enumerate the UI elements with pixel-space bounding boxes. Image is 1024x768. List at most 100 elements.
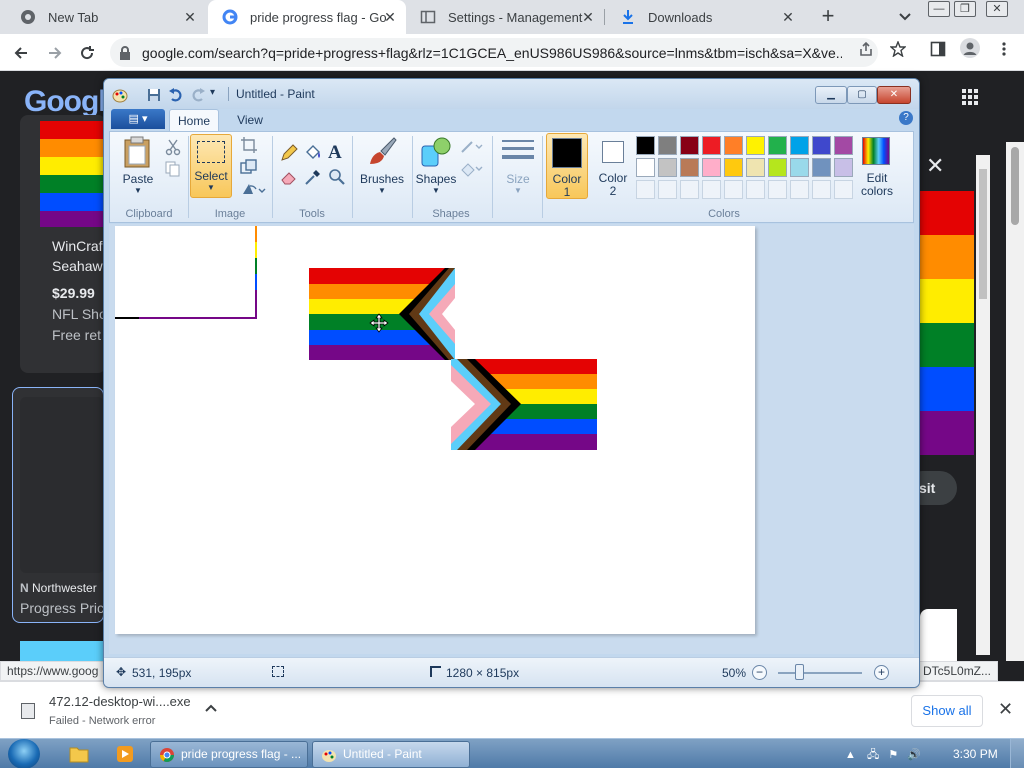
palette-swatch[interactable] bbox=[724, 158, 743, 177]
side-panel-icon[interactable] bbox=[930, 41, 946, 57]
close-window-button[interactable]: ✕ bbox=[986, 1, 1008, 17]
resize-icon[interactable] bbox=[240, 158, 258, 176]
edit-colors-button[interactable]: Edit colors bbox=[852, 133, 902, 199]
close-icon[interactable]: ✕ bbox=[580, 9, 596, 25]
forward-arrow-icon[interactable] bbox=[42, 40, 68, 66]
profile-avatar-icon[interactable] bbox=[960, 38, 980, 58]
color1-button[interactable]: Color 1 bbox=[546, 133, 588, 199]
redo-icon[interactable] bbox=[190, 87, 206, 103]
show-all-button[interactable]: Show all bbox=[911, 695, 983, 727]
network-icon[interactable]: 🖧 bbox=[867, 749, 879, 761]
close-icon[interactable]: ✕ bbox=[382, 9, 398, 25]
eraser-icon[interactable] bbox=[280, 168, 298, 186]
star-icon[interactable] bbox=[889, 40, 907, 58]
palette-swatch[interactable] bbox=[812, 158, 831, 177]
palette-swatch[interactable] bbox=[834, 136, 853, 155]
page-scrollbar[interactable] bbox=[1006, 142, 1024, 661]
palette-swatch[interactable] bbox=[834, 180, 853, 199]
fill-shape-icon[interactable] bbox=[460, 160, 484, 178]
close-icon[interactable]: ✕ bbox=[182, 9, 198, 25]
brushes-button[interactable]: Brushes ▼ bbox=[356, 134, 408, 200]
show-desktop-button[interactable] bbox=[1010, 739, 1024, 768]
color-picker-icon[interactable] bbox=[304, 168, 322, 186]
palette-swatch[interactable] bbox=[680, 136, 699, 155]
zoom-slider-thumb[interactable] bbox=[795, 664, 804, 680]
minimize-button[interactable]: — bbox=[928, 1, 950, 17]
text-icon[interactable]: A bbox=[328, 142, 346, 163]
restore-button[interactable]: ❐ bbox=[954, 1, 976, 17]
media-player-icon[interactable] bbox=[110, 742, 140, 766]
palette-swatch[interactable] bbox=[834, 158, 853, 177]
chevron-up-icon[interactable]: ▲ bbox=[845, 749, 856, 761]
customize-qat-icon[interactable]: ▾ bbox=[210, 87, 226, 103]
tab-view[interactable]: View bbox=[225, 109, 275, 131]
paste-button[interactable]: Paste ▼ bbox=[116, 134, 160, 200]
shapes-button[interactable]: Shapes ▼ bbox=[414, 134, 458, 200]
palette-swatch[interactable] bbox=[658, 180, 677, 199]
preview-image[interactable] bbox=[920, 191, 974, 455]
tab-new-tab[interactable]: New Tab ✕ bbox=[6, 0, 206, 34]
copy-icon[interactable] bbox=[164, 160, 182, 178]
new-tab-button[interactable]: + bbox=[816, 5, 840, 29]
palette-swatch[interactable] bbox=[724, 136, 743, 155]
apps-grid-icon[interactable] bbox=[962, 89, 978, 105]
more-vert-icon[interactable] bbox=[996, 41, 1012, 57]
palette-swatch[interactable] bbox=[658, 136, 677, 155]
zoom-out-button[interactable]: − bbox=[752, 665, 767, 680]
palette-swatch[interactable] bbox=[790, 136, 809, 155]
result-thumbnail[interactable] bbox=[40, 121, 106, 227]
taskbar-item-paint[interactable]: Untitled - Paint bbox=[312, 741, 470, 768]
save-icon[interactable] bbox=[146, 87, 162, 103]
close-window-button[interactable]: ✕ bbox=[877, 86, 911, 104]
palette-swatch[interactable] bbox=[746, 158, 765, 177]
zoom-in-button[interactable]: + bbox=[874, 665, 889, 680]
pencil-icon[interactable] bbox=[280, 144, 298, 162]
result-title[interactable]: WinCraf bbox=[52, 238, 103, 254]
address-bar[interactable]: google.com/search?q=pride+progress+flag&… bbox=[110, 38, 878, 67]
tab-downloads[interactable]: Downloads ✕ bbox=[606, 0, 804, 34]
scrollbar[interactable] bbox=[976, 155, 990, 655]
help-icon[interactable]: ? bbox=[899, 111, 913, 125]
volume-icon[interactable]: 🔊 bbox=[907, 749, 921, 761]
palette-swatch[interactable] bbox=[790, 158, 809, 177]
rotate-icon[interactable] bbox=[240, 180, 266, 198]
url-text[interactable]: google.com/search?q=pride+progress+flag&… bbox=[142, 45, 842, 61]
palette-swatch[interactable] bbox=[768, 136, 787, 155]
flag-icon[interactable]: ⚑ bbox=[888, 749, 898, 761]
magnifier-icon[interactable] bbox=[328, 168, 346, 186]
download-file-name[interactable]: 472.12-desktop-wi....exe bbox=[49, 694, 191, 709]
result-title[interactable]: Seahaw bbox=[52, 258, 103, 274]
palette-swatch[interactable] bbox=[768, 180, 787, 199]
palette-swatch[interactable] bbox=[724, 180, 743, 199]
size-button[interactable]: Size ▼ bbox=[496, 134, 540, 200]
taskbar-item-chrome[interactable]: pride progress flag - ... bbox=[150, 741, 308, 768]
result-title[interactable]: Progress Pric bbox=[20, 600, 104, 616]
palette-swatch[interactable] bbox=[746, 136, 765, 155]
scrollbar-thumb[interactable] bbox=[1011, 147, 1019, 225]
cut-icon[interactable] bbox=[164, 138, 182, 156]
maximize-button[interactable]: ▢ bbox=[847, 86, 877, 104]
palette-swatch[interactable] bbox=[680, 158, 699, 177]
palette-swatch[interactable] bbox=[636, 180, 655, 199]
close-icon[interactable]: ✕ bbox=[926, 153, 944, 179]
tab-home[interactable]: Home bbox=[169, 109, 219, 131]
canvas-area[interactable] bbox=[109, 224, 914, 654]
palette-swatch[interactable] bbox=[790, 180, 809, 199]
outline-icon[interactable] bbox=[460, 138, 484, 156]
palette-swatch[interactable] bbox=[636, 136, 655, 155]
paint-app-icon[interactable] bbox=[112, 87, 128, 103]
chevron-up-icon[interactable] bbox=[205, 700, 217, 716]
lock-icon[interactable] bbox=[118, 45, 132, 66]
result-thumbnail-dark[interactable] bbox=[20, 397, 104, 573]
crop-icon[interactable] bbox=[240, 136, 258, 154]
file-menu-button[interactable]: ▤ ▾ bbox=[111, 109, 165, 129]
reload-icon[interactable] bbox=[74, 40, 100, 66]
paint-title-bar[interactable]: ▾ Untitled - Paint ▁ ▢ ✕ bbox=[104, 79, 919, 109]
color2-button[interactable]: Color 2 bbox=[592, 133, 634, 199]
chevron-down-icon[interactable] bbox=[896, 8, 914, 26]
palette-swatch[interactable] bbox=[768, 158, 787, 177]
folder-icon[interactable] bbox=[64, 742, 94, 766]
palette-swatch[interactable] bbox=[680, 180, 699, 199]
palette-swatch[interactable] bbox=[746, 180, 765, 199]
palette-swatch[interactable] bbox=[702, 136, 721, 155]
